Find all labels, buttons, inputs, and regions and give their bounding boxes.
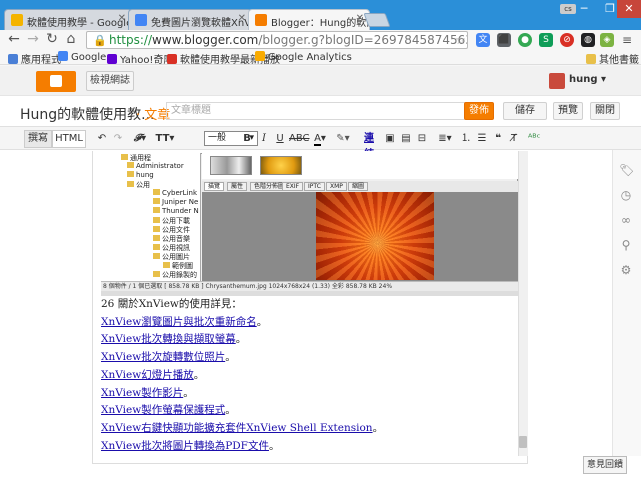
link-button[interactable]: 連結 [360, 131, 378, 160]
italic-icon[interactable]: I [259, 131, 269, 147]
content-heading: 26 關於XnView的使用詳見： [101, 298, 242, 310]
content-link[interactable]: XnView瀏覽圖片與批次重新命名 [101, 316, 257, 328]
compose-mode-tab[interactable]: 撰寫 [24, 130, 52, 148]
menu-icon[interactable]: ≡ [620, 33, 634, 47]
window-close-button[interactable]: ✕ [617, 0, 641, 18]
save-button[interactable]: 儲存 [503, 102, 547, 120]
highlight-icon[interactable]: ✎▾ [334, 131, 352, 147]
content-link[interactable]: XnView幻燈片播放 [101, 369, 194, 381]
html-mode-tab[interactable]: HTML [52, 130, 86, 148]
bookmark-google[interactable]: Google [58, 51, 106, 63]
close-icon[interactable]: ✕ [238, 13, 246, 24]
back-arrow-icon[interactable]: ← [6, 32, 22, 48]
numbered-list-icon[interactable]: ⒈ [460, 131, 472, 147]
browser-tab-2[interactable]: 免費圖片瀏覽軟體XnView ✕ [128, 9, 252, 30]
lock-icon: 🔒 [93, 34, 107, 47]
feedback-button[interactable]: 意見回饋 [583, 456, 627, 474]
editor-bottom [92, 456, 528, 464]
close-icon[interactable]: ✕ [118, 13, 126, 24]
editor-scrollbar[interactable] [518, 151, 528, 456]
align-icon[interactable]: ≣▾ [436, 131, 454, 147]
content-link[interactable]: XnView右鍵快顯功能擴充套件XnView Shell Extension [101, 422, 373, 434]
avatar[interactable] [549, 73, 565, 89]
video-icon[interactable]: ▤ [400, 131, 412, 147]
bookmarks-bar: 應用程式 Google Yahoo!奇摩 軟體使用教學最新播放 Google A… [0, 50, 641, 66]
folder-tree: 通用程 Administrator hung 公用 CyberLink Juni… [101, 153, 201, 281]
post-title-input[interactable]: 文章標題 [166, 102, 466, 120]
content-link[interactable]: XnView製作螢幕保護程式 [101, 404, 225, 416]
clear-format-icon[interactable]: T̸ [508, 131, 520, 147]
browser-tab-1[interactable]: 軟體使用教學 - Google 記 ✕ [4, 9, 132, 30]
thumbnail [260, 156, 302, 175]
minimize-button[interactable]: ─ [571, 0, 597, 18]
blogger-icon [255, 14, 267, 26]
font-family-icon[interactable]: 𝓕▾ [132, 131, 148, 147]
bookmark-apps[interactable]: 應用程式 [8, 51, 61, 66]
page-icon [135, 14, 147, 26]
strikethrough-icon[interactable]: ABC [289, 131, 310, 147]
content-link[interactable]: XnView批次轉換與擷取螢幕 [101, 333, 236, 345]
bold-icon[interactable]: B [242, 131, 252, 147]
permalink-icon[interactable]: ∞ [619, 213, 633, 227]
new-tab-button[interactable] [363, 13, 391, 27]
thumbnail [210, 156, 252, 175]
labels-tag-icon[interactable]: 🏷 [619, 163, 634, 177]
extension-icon-2[interactable]: S [539, 33, 553, 47]
extension-icon-3[interactable]: ◍ [581, 33, 595, 47]
other-bookmarks[interactable]: 其他書籤 [586, 51, 639, 66]
content-link[interactable]: XnView批次旋轉數位照片 [101, 351, 225, 363]
jump-break-icon[interactable]: ⊟ [416, 131, 428, 147]
publish-button[interactable]: 發佈 [464, 102, 494, 120]
undo-icon[interactable]: ↶ [96, 131, 108, 147]
view-blog-button[interactable]: 檢視網誌 [86, 71, 134, 91]
location-pin-icon[interactable]: ⚲ [619, 238, 633, 252]
content-link[interactable]: XnView製作影片 [101, 387, 183, 399]
editor-scrollbar-thumb[interactable] [519, 436, 527, 448]
reload-icon[interactable]: ↻ [44, 32, 60, 48]
stop-icon[interactable]: ⊘ [560, 33, 574, 47]
blogger-logo-icon[interactable] [36, 71, 76, 92]
blog-title[interactable]: Hung的軟體使用教... [20, 104, 155, 124]
schedule-clock-icon[interactable]: ◷ [619, 188, 633, 202]
translate-icon[interactable]: 文 [476, 33, 490, 47]
content-link[interactable]: XnView批次將圖片轉換為PDF文件 [101, 440, 269, 452]
close-icon[interactable]: ✕ [356, 13, 364, 24]
bookmark-analytics[interactable]: Google Analytics [255, 51, 352, 63]
address-bar[interactable]: 🔒 https://www.blogger.com/blogger.g?blog… [86, 31, 468, 49]
spellcheck-icon[interactable]: ᴬᴮᶜ [528, 131, 540, 147]
docs-icon [11, 14, 23, 26]
info-tabs: 描覽 屬性 色階分佈圖 EXIF IPTC XMP 縮圖 [202, 181, 518, 192]
tab-label: 軟體使用教學 - Google 記 [27, 18, 132, 29]
viewer-statusbar: 8 個物件 / 1 個已選取 [ 858.78 KB ] Chrysanthem… [101, 281, 518, 291]
forward-arrow-icon[interactable]: → [25, 32, 41, 48]
browser-tab-3-active[interactable]: Blogger：Hung的軟體使 ✕ [248, 9, 370, 30]
hangouts-icon[interactable]: ● [518, 33, 532, 47]
font-size-icon[interactable]: TT▾ [154, 131, 176, 147]
image-icon[interactable]: ▣ [384, 131, 396, 147]
home-icon[interactable]: ⌂ [63, 32, 79, 48]
chrysanthemum-photo [316, 192, 434, 280]
star-icon[interactable]: ☆ [455, 33, 466, 47]
text-color-icon[interactable]: A▾ [311, 131, 329, 147]
extension-icon-4[interactable]: ◈ [600, 33, 614, 47]
redo-icon[interactable]: ↷ [112, 131, 124, 147]
quote-icon[interactable]: ❝ [492, 131, 504, 147]
close-button[interactable]: 關閉 [590, 102, 620, 120]
username[interactable]: hung ▾ [569, 74, 606, 85]
underline-icon[interactable]: U [275, 131, 285, 147]
extension-icon[interactable]: ⬛ [497, 33, 511, 47]
preview-button[interactable]: 預覽 [553, 102, 583, 120]
bullet-list-icon[interactable]: ☰ [476, 131, 488, 147]
bookmark-yahoo[interactable]: Yahoo!奇摩 [107, 51, 173, 66]
options-gear-icon[interactable]: ⚙ [619, 263, 633, 277]
post-content[interactable]: 26 關於XnView的使用詳見： XnView瀏覽圖片與批次重新命名。 XnV… [101, 296, 521, 455]
